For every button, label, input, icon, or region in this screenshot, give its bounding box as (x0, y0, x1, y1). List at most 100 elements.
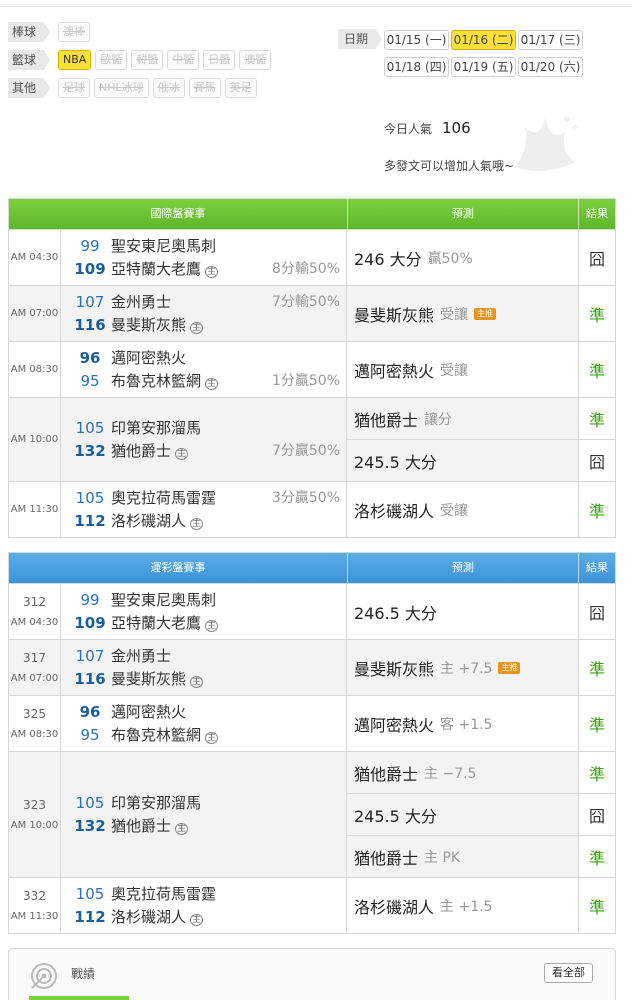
filter-chip[interactable]: 澳棒 (58, 22, 91, 42)
spread-result: 3分贏50% (271, 489, 340, 506)
match-cell: 332 AM 11:30 105 奧克拉荷馬雷霆 112 洛杉磯湖人主 (9, 878, 347, 933)
filter-chip[interactable]: NHL冰球 (94, 78, 149, 98)
game-time: AM 10:00 (10, 820, 59, 831)
game-row: AM 07:00 107 金州勇士 116 曼斐斯灰熊主 7分輸50% 曼斐斯灰熊 受讓 主推準 (9, 285, 615, 341)
spread-result: 7分贏50% (271, 442, 340, 459)
home-mark: 主 (205, 731, 219, 744)
filter-chip[interactable]: 美足 (224, 78, 257, 98)
game-time: AM 11:30 (10, 504, 59, 515)
date-chip[interactable]: 01/15 (一) (384, 30, 449, 50)
prediction-line: 贏50% (427, 250, 473, 267)
away-team-name: 金州勇士 (111, 646, 172, 665)
away-team: 96 邁阿密熱火 (73, 347, 346, 370)
game-time: AM 10:00 (10, 434, 59, 445)
prediction-result: 準 (588, 764, 605, 784)
prediction-line: 主 −7.5 (424, 765, 477, 782)
prediction-result: 準 (588, 410, 605, 430)
away-team-name: 邁阿密熱火 (111, 702, 187, 721)
teams-cell: 105 印第安那溜馬 132 猶他爵士主 7分贏50% (61, 398, 346, 481)
date-chip[interactable]: 01/16 (二) (451, 30, 516, 50)
prediction-pick: 洛杉磯湖人 (354, 897, 435, 917)
date-chip[interactable]: 01/20 (六) (518, 57, 583, 77)
teams-cell: 105 奧克拉荷馬雷霆 112 洛杉磯湖人主 (61, 878, 346, 933)
prediction-row: 245.5 大分 囧 (347, 793, 615, 835)
match-time-cell: AM 04:30 (9, 230, 61, 285)
game-row: 323 AM 10:00 105 印第安那溜馬 132 猶他爵士主猶他爵士主 −7.5 準 2… (9, 751, 615, 877)
away-team-name: 印第安那溜馬 (111, 793, 202, 812)
filter-row: 棒球 澳棒 (8, 21, 94, 43)
prediction-row: 猶他爵士主 PK 準 (347, 835, 615, 877)
away-team-name: 聖安東尼奧馬刺 (111, 236, 217, 255)
home-team: 112 洛杉磯湖人主 (73, 906, 346, 929)
away-score: 99 (80, 590, 100, 609)
prediction-pick: 猶他爵士 (354, 410, 419, 430)
prediction-pick: 245.5 大分 (354, 452, 437, 472)
match-time-cell: 332 AM 11:30 (9, 878, 61, 933)
match-cell: 317 AM 07:00 107 金州勇士 116 曼斐斯灰熊主 (9, 640, 347, 695)
prediction-result: 準 (588, 361, 605, 381)
teams-cell: 99 聖安東尼奧馬刺 109 亞特蘭大老鷹主 8分輸50% (61, 230, 346, 285)
home-score: 95 (80, 725, 100, 744)
header-predict: 預測 (348, 553, 580, 583)
filter-chip[interactable]: 賽馬 (188, 78, 221, 98)
prediction-line: 主 PK (424, 849, 461, 866)
home-team-name: 亞特蘭大老鷹 (111, 613, 202, 632)
home-score: 109 (74, 613, 106, 632)
filter-chip[interactable]: 日籃 (203, 50, 236, 70)
filter-chip[interactable]: 歐籃 (95, 50, 128, 70)
home-score: 109 (74, 259, 106, 278)
game-time: AM 08:30 (10, 729, 59, 740)
match-cell: 325 AM 08:30 96 邁阿密熱火 95 布魯克林籃網主 (9, 696, 347, 751)
game-id: 323 (23, 798, 46, 812)
match-cell: AM 08:30 96 邁阿密熱火 95 布魯克林籃網主 1分贏50% (9, 342, 347, 397)
prediction-pick: 曼斐斯灰熊 (354, 659, 435, 679)
teams-cell: 96 邁阿密熱火 95 布魯克林籃網主 (61, 696, 346, 751)
match-time-cell: 317 AM 07:00 (9, 640, 61, 695)
prediction-cell: 猶他爵士主 −7.5 準 245.5 大分囧猶他爵士主 PK 準 (347, 752, 615, 877)
prediction-row: 245.5 大分 囧 (347, 439, 615, 481)
prediction-row: 邁阿密熱火 受讓準 (347, 342, 615, 397)
filter-chip[interactable]: 足球 (58, 78, 91, 98)
away-score: 99 (80, 236, 100, 255)
home-team: 116 曼斐斯灰熊主 (73, 668, 346, 691)
away-team: 107 金州勇士 (73, 645, 346, 668)
home-team: 109 亞特蘭大老鷹主 (73, 612, 346, 635)
date-chip[interactable]: 01/17 (三) (518, 30, 583, 50)
away-score: 105 (75, 418, 105, 437)
prediction-row: 洛杉磯湖人主 +1.5 準 (347, 878, 615, 933)
prediction: 猶他爵士主 −7.5 (347, 752, 579, 793)
prediction-line: 主 +1.5 (440, 898, 493, 915)
away-team-name: 印第安那溜馬 (111, 418, 202, 437)
prediction-cell: 曼斐斯灰熊 受讓 主推準 (347, 286, 615, 341)
prediction-result: 囧 (588, 603, 605, 623)
filter-category-label: 棒球 (8, 22, 51, 42)
away-score: 105 (75, 488, 105, 507)
home-team: 95 布魯克林籃網主 (73, 724, 346, 747)
filter-chip[interactable]: 俄冰 (152, 78, 185, 98)
match-cell: 323 AM 10:00 105 印第安那溜馬 132 猶他爵士主 (9, 752, 347, 877)
game-id: 332 (23, 889, 46, 903)
home-score: 112 (74, 907, 106, 926)
match-cell: AM 10:00 105 印第安那溜馬 132 猶他爵士主 7分贏50% (9, 398, 347, 481)
match-time-cell: 325 AM 08:30 (9, 696, 61, 751)
prediction-result: 囧 (588, 806, 605, 826)
filter-chip[interactable]: 中籃 (167, 50, 200, 70)
date-chip[interactable]: 01/19 (五) (451, 57, 516, 77)
filter-chip[interactable]: 韓籃 (131, 50, 164, 70)
filter-chip[interactable]: 澳籃 (239, 50, 272, 70)
header-predict: 預測 (348, 199, 580, 229)
view-all-button[interactable]: 看全部 (544, 963, 593, 983)
prediction: 246.5 大分 (347, 584, 579, 639)
lottery-table: 運彩盤賽事 預測 結果 312 AM 04:30 99 聖安東尼奧馬刺 109 亞特蘭大老… (8, 552, 616, 934)
home-team-name: 洛杉磯湖人 (111, 907, 187, 926)
prediction-pick: 洛杉磯湖人 (354, 501, 435, 521)
record-title: 戰績 (71, 967, 96, 981)
date-chip[interactable]: 01/18 (四) (384, 57, 449, 77)
home-team: 116 曼斐斯灰熊主 (73, 314, 346, 337)
filter-chip[interactable]: NBA (58, 50, 92, 70)
active-tab-indicator (29, 996, 129, 1000)
prediction-result: 準 (588, 305, 605, 325)
target-icon (31, 963, 57, 989)
filter-row: 其他 足球 NHL冰球 俄冰 賽馬 美足 (8, 77, 261, 99)
home-mark: 主 (205, 377, 219, 390)
